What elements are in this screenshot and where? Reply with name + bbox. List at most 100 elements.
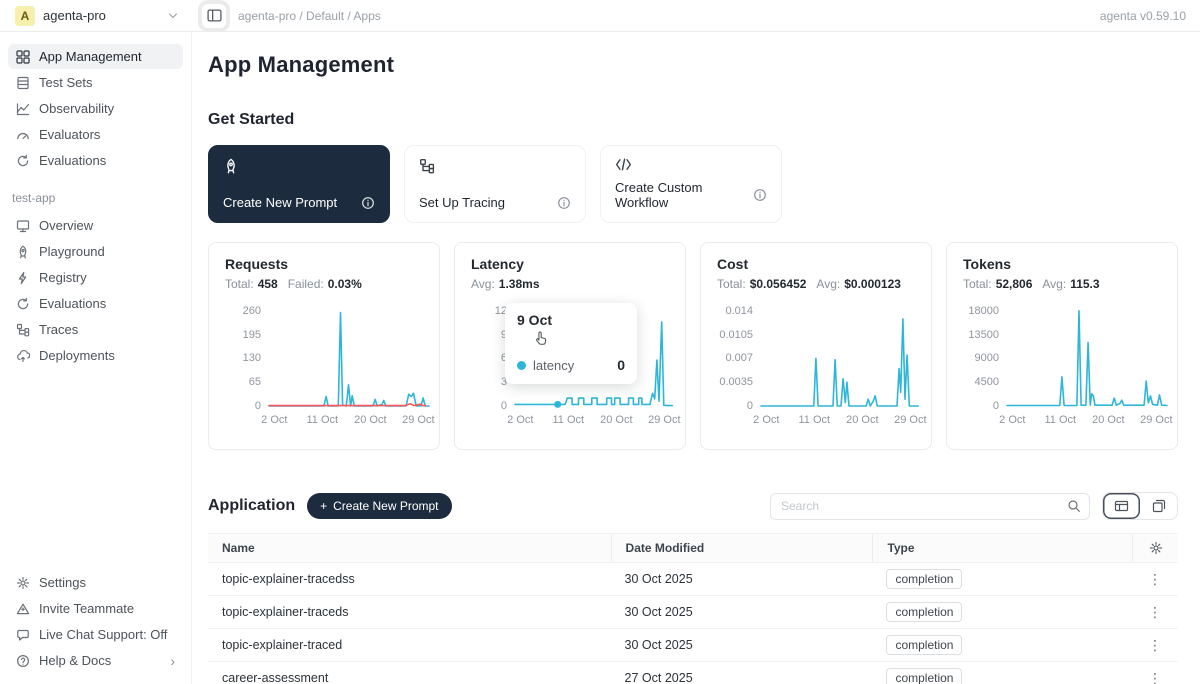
sidebar-item-live-chat[interactable]: Live Chat Support: Off [8, 622, 183, 647]
y-axis-tick: 9000 [963, 352, 999, 364]
table-row[interactable]: career-assessment 27 Oct 2025 completion… [208, 662, 1178, 684]
app-date-modified: 30 Oct 2025 [611, 572, 873, 586]
tooltip-series-value: 0 [617, 357, 625, 373]
invite-icon [16, 602, 30, 616]
type-badge: completion [886, 602, 962, 622]
sidebar-item-label: Live Chat Support: Off [39, 627, 167, 642]
chart-tooltip: 9 Oct latency 0 [505, 303, 637, 384]
sidebar-item-label: Evaluators [39, 127, 100, 142]
sidebar-item-label: Invite Teammate [39, 601, 134, 616]
x-axis-tick: 11 Oct [799, 414, 831, 426]
tooltip-series-row: latency 0 [517, 357, 625, 373]
x-axis-tick: 2 Oct [261, 414, 287, 426]
sidebar-item-test-sets[interactable]: Test Sets [8, 70, 183, 95]
main-content: App Management Get Started Create New Pr… [192, 32, 1200, 684]
sidebar-item-evaluations-app[interactable]: Evaluations [8, 291, 183, 316]
create-custom-workflow-card[interactable]: Create Custom Workflow [600, 145, 782, 223]
sidebar-item-label: Deployments [39, 348, 115, 363]
app-name: topic-explainer-tracedss [208, 572, 611, 586]
refresh-icon [16, 154, 30, 168]
column-header-date-modified[interactable]: Date Modified [611, 534, 873, 562]
row-menu-icon[interactable]: ⋮ [1148, 572, 1162, 586]
stat-summary: Total:458Failed:0.03% [225, 277, 423, 291]
workspace-avatar: A [15, 6, 35, 26]
column-header-name[interactable]: Name [208, 541, 611, 555]
requests-chart[interactable]: 0651301952602 Oct11 Oct20 Oct29 Oct [225, 300, 423, 434]
sidebar-item-registry[interactable]: Registry [8, 265, 183, 290]
row-menu-icon[interactable]: ⋮ [1148, 605, 1162, 619]
applications-table: Name Date Modified Type topic-explainer-… [208, 533, 1178, 684]
stat-card-requests: Requests Total:458Failed:0.03% 065130195… [208, 242, 440, 450]
sidebar-item-traces[interactable]: Traces [8, 317, 183, 342]
chat-icon [16, 628, 30, 642]
row-menu-icon[interactable]: ⋮ [1148, 638, 1162, 652]
chevron-down-icon [168, 11, 178, 21]
top-bar: A agenta-pro agenta-pro / Default / Apps… [0, 0, 1200, 32]
sidebar-item-label: Overview [39, 218, 93, 233]
column-header-type[interactable]: Type [872, 534, 1132, 562]
gear-icon [16, 576, 30, 590]
table-row[interactable]: topic-explainer-tracedss 30 Oct 2025 com… [208, 563, 1178, 596]
y-axis-tick: 0 [717, 400, 753, 412]
stat-summary: Total:$0.056452Avg:$0.000123 [717, 277, 915, 291]
table-row[interactable]: topic-explainer-traceds 30 Oct 2025 comp… [208, 596, 1178, 629]
sidebar-item-label: Help & Docs [39, 653, 111, 668]
stat-title: Requests [225, 256, 423, 272]
y-axis-tick: 4500 [963, 376, 999, 388]
sidebar-item-evaluations[interactable]: Evaluations [8, 148, 183, 173]
y-axis-tick: 0 [963, 400, 999, 412]
table-header: Name Date Modified Type [208, 533, 1178, 563]
sidebar-item-observability[interactable]: Observability [8, 96, 183, 121]
rocket-icon [16, 245, 30, 259]
table-view-icon [1114, 499, 1129, 513]
info-icon[interactable] [753, 188, 767, 202]
tree-icon [419, 158, 571, 174]
create-new-prompt-card[interactable]: Create New Prompt [208, 145, 390, 223]
sidebar-item-playground[interactable]: Playground [8, 239, 183, 264]
column-settings-gear-icon[interactable] [1132, 534, 1178, 562]
row-menu-icon[interactable]: ⋮ [1148, 671, 1162, 684]
table-view-button[interactable] [1103, 493, 1140, 519]
y-axis-tick: 18000 [963, 305, 999, 317]
y-axis-tick: 3 [471, 376, 507, 388]
y-axis-tick: 0 [471, 400, 507, 412]
table-row[interactable]: topic-explainer-traced 30 Oct 2025 compl… [208, 629, 1178, 662]
sidebar-item-overview[interactable]: Overview [8, 213, 183, 238]
y-axis-tick: 13500 [963, 329, 999, 341]
create-new-prompt-button[interactable]: + Create New Prompt [307, 493, 451, 519]
tree-icon [16, 323, 30, 337]
x-axis-tick: 29 Oct [648, 414, 680, 426]
sidebar-item-invite-teammate[interactable]: Invite Teammate [8, 596, 183, 621]
card-view-button[interactable] [1140, 493, 1177, 519]
search-input[interactable] [771, 499, 1059, 513]
sidebar-item-app-management[interactable]: App Management [8, 44, 183, 69]
chart-plot [761, 300, 921, 412]
info-icon[interactable] [557, 196, 571, 210]
sidebar-item-evaluators[interactable]: Evaluators [8, 122, 183, 147]
y-axis-tick: 65 [225, 376, 261, 388]
breadcrumb[interactable]: agenta-pro / Default / Apps [238, 9, 381, 23]
page-title: App Management [208, 52, 1178, 78]
type-badge: completion [886, 668, 962, 684]
stat-title: Latency [471, 256, 669, 272]
set-up-tracing-card[interactable]: Set Up Tracing [404, 145, 586, 223]
tokens-chart[interactable]: 04500900013500180002 Oct11 Oct20 Oct29 O… [963, 300, 1161, 434]
tooltip-series-name: latency [533, 358, 574, 373]
y-axis-tick: 0.014 [717, 305, 753, 317]
stat-card-latency: Latency Avg:1.38ms 0369122 Oct11 Oct20 O… [454, 242, 686, 450]
cost-chart[interactable]: 00.00350.0070.01050.0142 Oct11 Oct20 Oct… [717, 300, 915, 434]
grid-icon [16, 50, 30, 64]
info-icon[interactable] [361, 196, 375, 210]
sidebar-item-help-docs[interactable]: Help & Docs › [8, 648, 183, 673]
search-icon[interactable] [1059, 494, 1089, 519]
sidebar-item-settings[interactable]: Settings [8, 570, 183, 595]
app-name: career-assessment [208, 671, 611, 684]
workspace-selector[interactable]: A agenta-pro [0, 6, 192, 26]
get-started-heading: Get Started [208, 111, 1178, 129]
sidebar-toggle-button[interactable] [202, 4, 226, 28]
y-axis-tick: 260 [225, 305, 261, 317]
series-dot-icon [517, 361, 526, 370]
x-axis-tick: 20 Oct [600, 414, 632, 426]
card-label: Create New Prompt [223, 195, 337, 210]
sidebar-item-deployments[interactable]: Deployments [8, 343, 183, 368]
